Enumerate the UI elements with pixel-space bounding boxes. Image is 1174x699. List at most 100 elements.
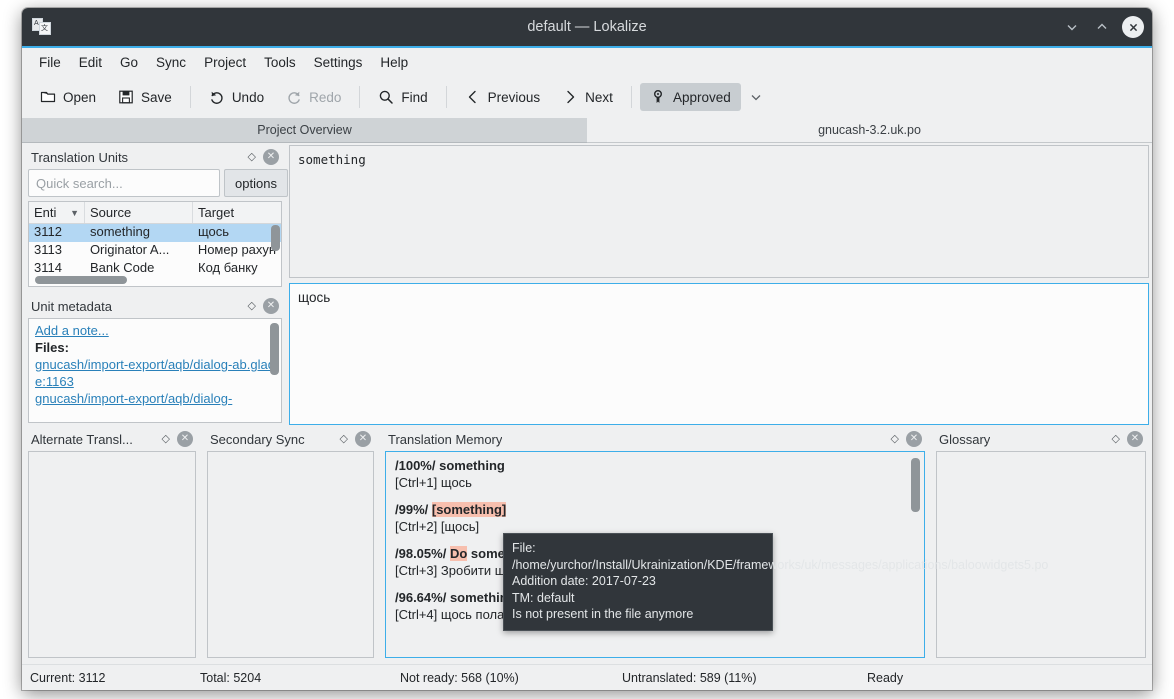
files-label: Files: bbox=[35, 339, 275, 356]
secondary-sync-panel: Secondary Sync ◇ ✕ bbox=[203, 427, 378, 662]
sort-chevron-down-icon: ▼ bbox=[70, 208, 79, 218]
translation-units-table[interactable]: Enti ▼ Source Target bbox=[28, 201, 282, 287]
tab-project-overview-label: Project Overview bbox=[257, 123, 351, 137]
status-bar: Current: 3112 Total: 5204 Not ready: 568… bbox=[22, 664, 1152, 690]
tooltip-addition-date: Addition date: 2017-07-23 bbox=[512, 573, 764, 590]
close-panel-icon[interactable]: ✕ bbox=[355, 431, 371, 447]
column-header-source-label: Source bbox=[90, 205, 131, 220]
next-button[interactable]: Next bbox=[552, 83, 623, 111]
tm-shortcut: [Ctrl+2] bbox=[395, 519, 437, 534]
open-button[interactable]: Open bbox=[30, 83, 106, 111]
secondary-sync-body[interactable] bbox=[207, 451, 374, 658]
column-header-source[interactable]: Source bbox=[85, 202, 193, 223]
tooltip-note: Is not present in the file anymore bbox=[512, 606, 764, 623]
quick-search-row: options bbox=[24, 169, 286, 201]
column-header-entry[interactable]: Enti ▼ bbox=[29, 202, 85, 223]
open-label: Open bbox=[63, 90, 96, 105]
window-title: default — Lokalize bbox=[22, 19, 1152, 35]
title-bar[interactable]: A 文 default — Lokalize bbox=[22, 8, 1152, 48]
float-panel-icon[interactable]: ◇ bbox=[891, 434, 899, 445]
search-input[interactable] bbox=[28, 169, 220, 197]
minimize-icon[interactable] bbox=[1062, 17, 1082, 37]
find-button[interactable]: Find bbox=[368, 83, 437, 111]
tm-vertical-scrollbar[interactable] bbox=[911, 458, 920, 512]
table-horizontal-scrollbar[interactable] bbox=[35, 276, 127, 284]
file-link[interactable]: gnucash/import-export/aqb/dialog-ab.glad… bbox=[35, 356, 275, 390]
close-icon[interactable] bbox=[1122, 16, 1144, 38]
float-panel-icon[interactable]: ◇ bbox=[248, 152, 256, 163]
translation-units-header: Translation Units ◇ ✕ bbox=[24, 145, 286, 169]
add-note-link[interactable]: Add a note... bbox=[35, 322, 275, 339]
menu-project[interactable]: Project bbox=[195, 52, 255, 73]
translation-units-panel: Translation Units ◇ ✕ options bbox=[24, 145, 286, 291]
tm-entry-target-line: [Ctrl+1] щось bbox=[395, 475, 915, 492]
editor-column: something щось bbox=[289, 145, 1150, 427]
table-vertical-scrollbar[interactable] bbox=[271, 225, 280, 251]
secondary-sync-header: Secondary Sync ◇ ✕ bbox=[203, 427, 378, 451]
tm-entry[interactable]: /100%/ something [Ctrl+1] щось bbox=[395, 458, 915, 491]
target-text: щось bbox=[298, 290, 330, 305]
undo-arrow-icon bbox=[209, 89, 225, 105]
tm-entry-source-line: /99%/ [something] bbox=[395, 502, 915, 519]
translation-units-title: Translation Units bbox=[31, 150, 128, 165]
tm-match-percent: /98.05%/ bbox=[395, 546, 446, 561]
translation-memory-header: Translation Memory ◇ ✕ bbox=[381, 427, 929, 451]
menu-tools[interactable]: Tools bbox=[255, 52, 305, 73]
glossary-body[interactable] bbox=[936, 451, 1146, 658]
previous-label: Previous bbox=[488, 90, 541, 105]
tm-target: щось bbox=[441, 475, 472, 490]
status-total: Total: 5204 bbox=[200, 671, 400, 685]
approved-toggle-button[interactable]: Approved bbox=[640, 83, 741, 111]
redo-label: Redo bbox=[309, 90, 341, 105]
status-current: Current: 3112 bbox=[30, 671, 200, 685]
save-disk-icon bbox=[118, 89, 134, 105]
alternate-translations-body[interactable] bbox=[28, 451, 196, 658]
redo-arrow-icon bbox=[286, 89, 302, 105]
float-panel-icon[interactable]: ◇ bbox=[1112, 434, 1120, 445]
float-panel-icon[interactable]: ◇ bbox=[162, 434, 170, 445]
close-panel-icon[interactable]: ✕ bbox=[263, 298, 279, 314]
panel-actions: ◇ ✕ bbox=[1112, 431, 1147, 447]
menu-help[interactable]: Help bbox=[371, 52, 417, 73]
cell-target: Номер рахун bbox=[193, 242, 281, 260]
unit-metadata-body[interactable]: Add a note... Files: gnucash/import-expo… bbox=[28, 318, 282, 423]
close-panel-icon[interactable]: ✕ bbox=[263, 149, 279, 165]
translation-memory-title: Translation Memory bbox=[388, 432, 502, 447]
tab-project-overview[interactable]: Project Overview bbox=[22, 118, 587, 143]
table-row[interactable]: 3112 something щось bbox=[29, 224, 281, 242]
menu-sync[interactable]: Sync bbox=[147, 52, 195, 73]
file-link[interactable]: gnucash/import-export/aqb/dialog- bbox=[35, 390, 275, 407]
panel-actions: ◇ ✕ bbox=[248, 298, 283, 314]
tm-entry[interactable]: /99%/ [something] [Ctrl+2] [щось] bbox=[395, 502, 915, 535]
panel-actions: ◇ ✕ bbox=[340, 431, 375, 447]
undo-button[interactable]: Undo bbox=[199, 83, 274, 111]
menu-file[interactable]: File bbox=[30, 52, 70, 73]
approved-seal-icon bbox=[650, 89, 666, 105]
menu-settings[interactable]: Settings bbox=[305, 52, 372, 73]
tm-target: [щось] bbox=[441, 519, 479, 534]
tab-gnucash-file[interactable]: gnucash-3.2.uk.po bbox=[587, 118, 1152, 143]
table-row[interactable]: 3113 Originator A... Номер рахун bbox=[29, 242, 281, 260]
redo-button[interactable]: Redo bbox=[276, 83, 351, 111]
next-label: Next bbox=[585, 90, 613, 105]
target-text-editor[interactable]: щось bbox=[289, 283, 1149, 425]
metadata-vertical-scrollbar[interactable] bbox=[270, 323, 279, 375]
maximize-icon[interactable] bbox=[1092, 17, 1112, 37]
menu-edit[interactable]: Edit bbox=[70, 52, 111, 73]
search-options-label: options bbox=[235, 176, 277, 191]
search-options-button[interactable]: options bbox=[224, 169, 288, 197]
close-panel-icon[interactable]: ✕ bbox=[177, 431, 193, 447]
column-header-target[interactable]: Target bbox=[193, 202, 281, 223]
approved-dropdown-chevron-down-icon[interactable] bbox=[743, 84, 769, 110]
save-button[interactable]: Save bbox=[108, 83, 182, 111]
close-panel-icon[interactable]: ✕ bbox=[906, 431, 922, 447]
cell-target: щось bbox=[193, 224, 281, 242]
close-panel-icon[interactable]: ✕ bbox=[1127, 431, 1143, 447]
previous-button[interactable]: Previous bbox=[455, 83, 551, 111]
menu-go[interactable]: Go bbox=[111, 52, 147, 73]
panel-actions: ◇ ✕ bbox=[248, 149, 283, 165]
float-panel-icon[interactable]: ◇ bbox=[248, 301, 256, 312]
menu-bar: File Edit Go Sync Project Tools Settings… bbox=[22, 48, 1152, 76]
float-panel-icon[interactable]: ◇ bbox=[340, 434, 348, 445]
cell-source: something bbox=[85, 224, 193, 242]
